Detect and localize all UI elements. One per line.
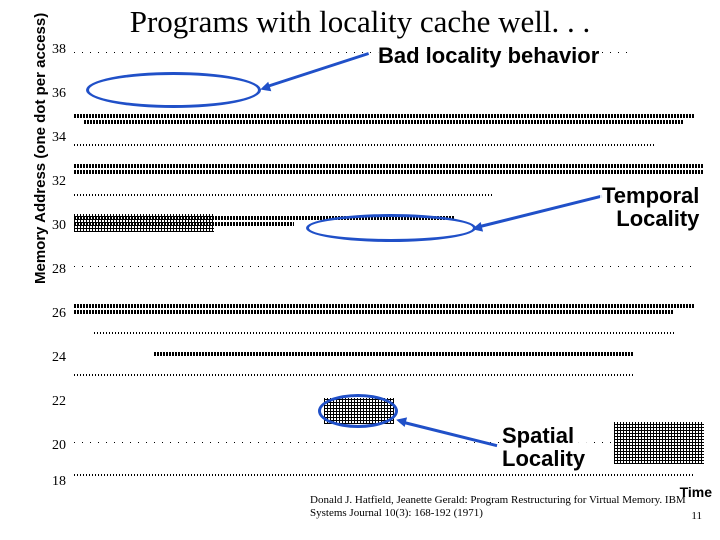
page-number: 11	[691, 510, 702, 522]
y-tick: 38	[52, 42, 66, 58]
annotation-temporal-locality: Temporal Locality	[600, 184, 701, 230]
slide-title: Programs with locality cache well. . .	[0, 0, 720, 42]
spatial-locality-ellipse	[318, 394, 398, 428]
annotation-bad-locality: Bad locality behavior	[376, 44, 601, 67]
arrow-head-icon	[395, 415, 407, 427]
annotation-text: Locality	[502, 446, 585, 471]
y-tick: 24	[52, 350, 66, 366]
chart-area: Memory Address (one dot per access) 38 3…	[38, 44, 712, 484]
y-tick: 28	[52, 262, 66, 278]
y-tick: 20	[52, 438, 66, 454]
annotation-text: Temporal	[602, 183, 699, 208]
citation: Donald J. Hatfield, Jeanette Gerald: Pro…	[310, 494, 690, 520]
arrow-head-icon	[471, 222, 483, 234]
y-axis-label: Memory Address (one dot per access)	[32, 13, 49, 284]
annotation-spatial-locality: Spatial Locality	[500, 424, 587, 470]
arrow-spatial	[400, 420, 498, 447]
y-tick: 22	[52, 394, 66, 410]
arrow-bad-locality	[264, 52, 370, 89]
scatter-plot	[74, 44, 714, 484]
y-tick: 18	[52, 474, 66, 490]
bad-locality-ellipse	[86, 72, 261, 108]
y-tick: 30	[52, 218, 66, 234]
arrow-temporal	[476, 195, 603, 229]
temporal-locality-ellipse	[306, 214, 476, 242]
annotation-text: Locality	[616, 206, 699, 231]
y-tick: 34	[52, 130, 66, 146]
annotation-text: Spatial	[502, 423, 574, 448]
y-tick: 36	[52, 86, 66, 102]
y-tick: 26	[52, 306, 66, 322]
y-tick: 32	[52, 174, 66, 190]
